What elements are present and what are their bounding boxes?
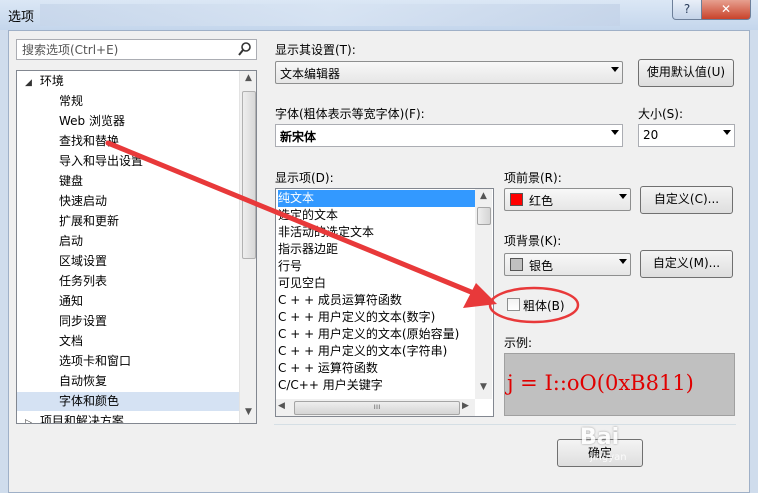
list-h-scroll-thumb[interactable]: ııı — [294, 401, 460, 415]
list-item[interactable]: 非活动的选定文本 — [278, 224, 475, 241]
font-label: 字体(粗体表示等宽字体)(F): — [275, 107, 425, 121]
tree-item[interactable]: 自动恢复 — [59, 372, 107, 391]
scroll-up-icon[interactable]: ▲ — [477, 191, 490, 205]
color-swatch — [510, 193, 523, 206]
bold-checkbox[interactable] — [507, 298, 520, 311]
tree-item[interactable]: 导入和导出设置 — [59, 152, 143, 171]
size-select[interactable]: 20 — [638, 124, 735, 147]
dropdown-arrow-icon — [619, 194, 627, 199]
tree-item[interactable]: 文档 — [59, 332, 83, 351]
tree-item[interactable]: Web 浏览器 — [59, 112, 125, 131]
tree-item[interactable]: 常规 — [59, 92, 83, 111]
list-h-scrollbar[interactable]: ◀ ııı ▶ — [276, 399, 475, 416]
tree-item[interactable]: 选项卡和窗口 — [59, 352, 131, 371]
size-value: 20 — [643, 128, 659, 142]
list-item[interactable]: C + + 用户定义的文本(数字) — [278, 309, 475, 326]
dropdown-arrow-icon — [611, 130, 619, 135]
show-settings-select[interactable]: 文本编辑器 — [275, 61, 623, 84]
use-defaults-button[interactable]: 使用默认值(U) — [638, 59, 734, 87]
scroll-up-icon[interactable]: ▲ — [242, 73, 255, 87]
scroll-right-icon[interactable]: ▶ — [462, 401, 469, 411]
tree-scrollbar[interactable]: ▲ ▼ — [239, 71, 256, 423]
sample-text: j = I::oO(0xB811) — [507, 371, 694, 395]
list-item[interactable]: 指示器边距 — [278, 241, 475, 258]
size-label: 大小(S): — [638, 107, 684, 121]
title-bar-background — [40, 4, 620, 26]
search-box[interactable] — [16, 39, 257, 60]
search-input[interactable] — [20, 42, 234, 58]
tree-item[interactable]: 键盘 — [59, 172, 83, 191]
list-item[interactable]: 选定的文本 — [278, 207, 475, 224]
options-tree[interactable]: ◢ 环境 常规 Web 浏览器 查找和替换 导入和导出设置 键盘 快速启动 扩展和更新 启动 区域… — [16, 70, 257, 424]
dropdown-arrow-icon — [619, 259, 627, 264]
item-background-label: 项背景(K): — [504, 234, 562, 248]
scroll-down-icon[interactable]: ▼ — [242, 407, 255, 421]
item-foreground-select[interactable]: 红色 — [504, 188, 631, 211]
tree-item[interactable]: 启动 — [59, 232, 83, 251]
list-item[interactable]: 可见空白 — [278, 275, 475, 292]
scroll-left-icon[interactable]: ◀ — [278, 401, 285, 411]
tree-item-label: 项目和解决方案 — [39, 414, 124, 424]
font-value: 新宋体 — [280, 130, 317, 144]
tree-item[interactable]: 查找和替换 — [59, 132, 119, 151]
tree-item-label: 环境 — [39, 74, 64, 88]
watermark-subtext: jingyan — [590, 452, 627, 463]
tree-item-projects[interactable]: ▷ 项目和解决方案 — [25, 412, 124, 424]
list-item[interactable]: 行号 — [278, 258, 475, 275]
item-background-value: 银色 — [529, 259, 554, 273]
window-title: 选项 — [8, 10, 35, 25]
list-scroll-thumb[interactable] — [477, 207, 491, 225]
item-background-select[interactable]: 银色 — [504, 253, 631, 276]
list-item[interactable]: C + + 用户定义的文本(字符串) — [278, 343, 475, 360]
tree-scroll-thumb[interactable] — [242, 91, 256, 259]
list-scrollbar[interactable]: ▲ ▼ — [475, 189, 492, 399]
watermark-logo: Bai — [580, 425, 620, 450]
list-item[interactable]: C + + 用户定义的文本(原始容量) — [278, 326, 475, 343]
dropdown-arrow-icon — [611, 67, 619, 72]
tree-item[interactable]: 快速启动 — [59, 192, 107, 211]
separator — [274, 424, 736, 425]
show-settings-label: 显示其设置(T): — [275, 43, 356, 57]
tree-item[interactable]: 字体和颜色 — [17, 392, 239, 411]
close-button[interactable]: ✕ — [701, 0, 751, 20]
tree-item[interactable]: 区域设置 — [59, 252, 107, 271]
collapse-arrow-icon[interactable]: ◢ — [25, 78, 32, 88]
item-foreground-label: 项前景(R): — [504, 171, 562, 185]
tree-item[interactable]: 通知 — [59, 292, 83, 311]
tree-item[interactable]: 任务列表 — [59, 272, 107, 291]
list-item[interactable]: C + + 成员运算符函数 — [278, 292, 475, 309]
sample-preview: j = I::oO(0xB811) — [504, 353, 735, 416]
tree-item[interactable]: 同步设置 — [59, 312, 107, 331]
tree-item[interactable]: 扩展和更新 — [59, 212, 119, 231]
sample-label: 示例: — [504, 336, 533, 350]
dropdown-arrow-icon — [723, 130, 731, 135]
help-button[interactable]: ? — [672, 0, 702, 20]
tree-item-environment[interactable]: ◢ 环境 — [25, 72, 64, 91]
display-items-list[interactable]: 纯文本 选定的文本 非活动的选定文本 指示器边距 行号 可见空白 C + + 成员运算符函数… — [275, 188, 494, 417]
color-swatch — [510, 258, 523, 271]
list-item[interactable]: C/C++ 用户关键字 — [278, 377, 475, 394]
custom-foreground-button[interactable]: 自定义(C)... — [640, 186, 733, 214]
bold-label[interactable]: 粗体(B) — [523, 297, 565, 314]
expand-arrow-icon[interactable]: ▷ — [25, 418, 32, 423]
item-foreground-value: 红色 — [529, 194, 554, 208]
custom-background-button[interactable]: 自定义(M)... — [640, 250, 733, 278]
show-settings-value: 文本编辑器 — [280, 67, 341, 81]
list-item[interactable]: C + + 运算符函数 — [278, 360, 475, 377]
display-items-label: 显示项(D): — [275, 171, 334, 185]
scroll-down-icon[interactable]: ▼ — [477, 382, 490, 396]
search-icon[interactable] — [238, 41, 252, 57]
font-select[interactable]: 新宋体 — [275, 124, 623, 147]
list-item[interactable]: 纯文本 — [278, 190, 475, 207]
title-bar: 选项 ? ✕ — [0, 0, 758, 30]
